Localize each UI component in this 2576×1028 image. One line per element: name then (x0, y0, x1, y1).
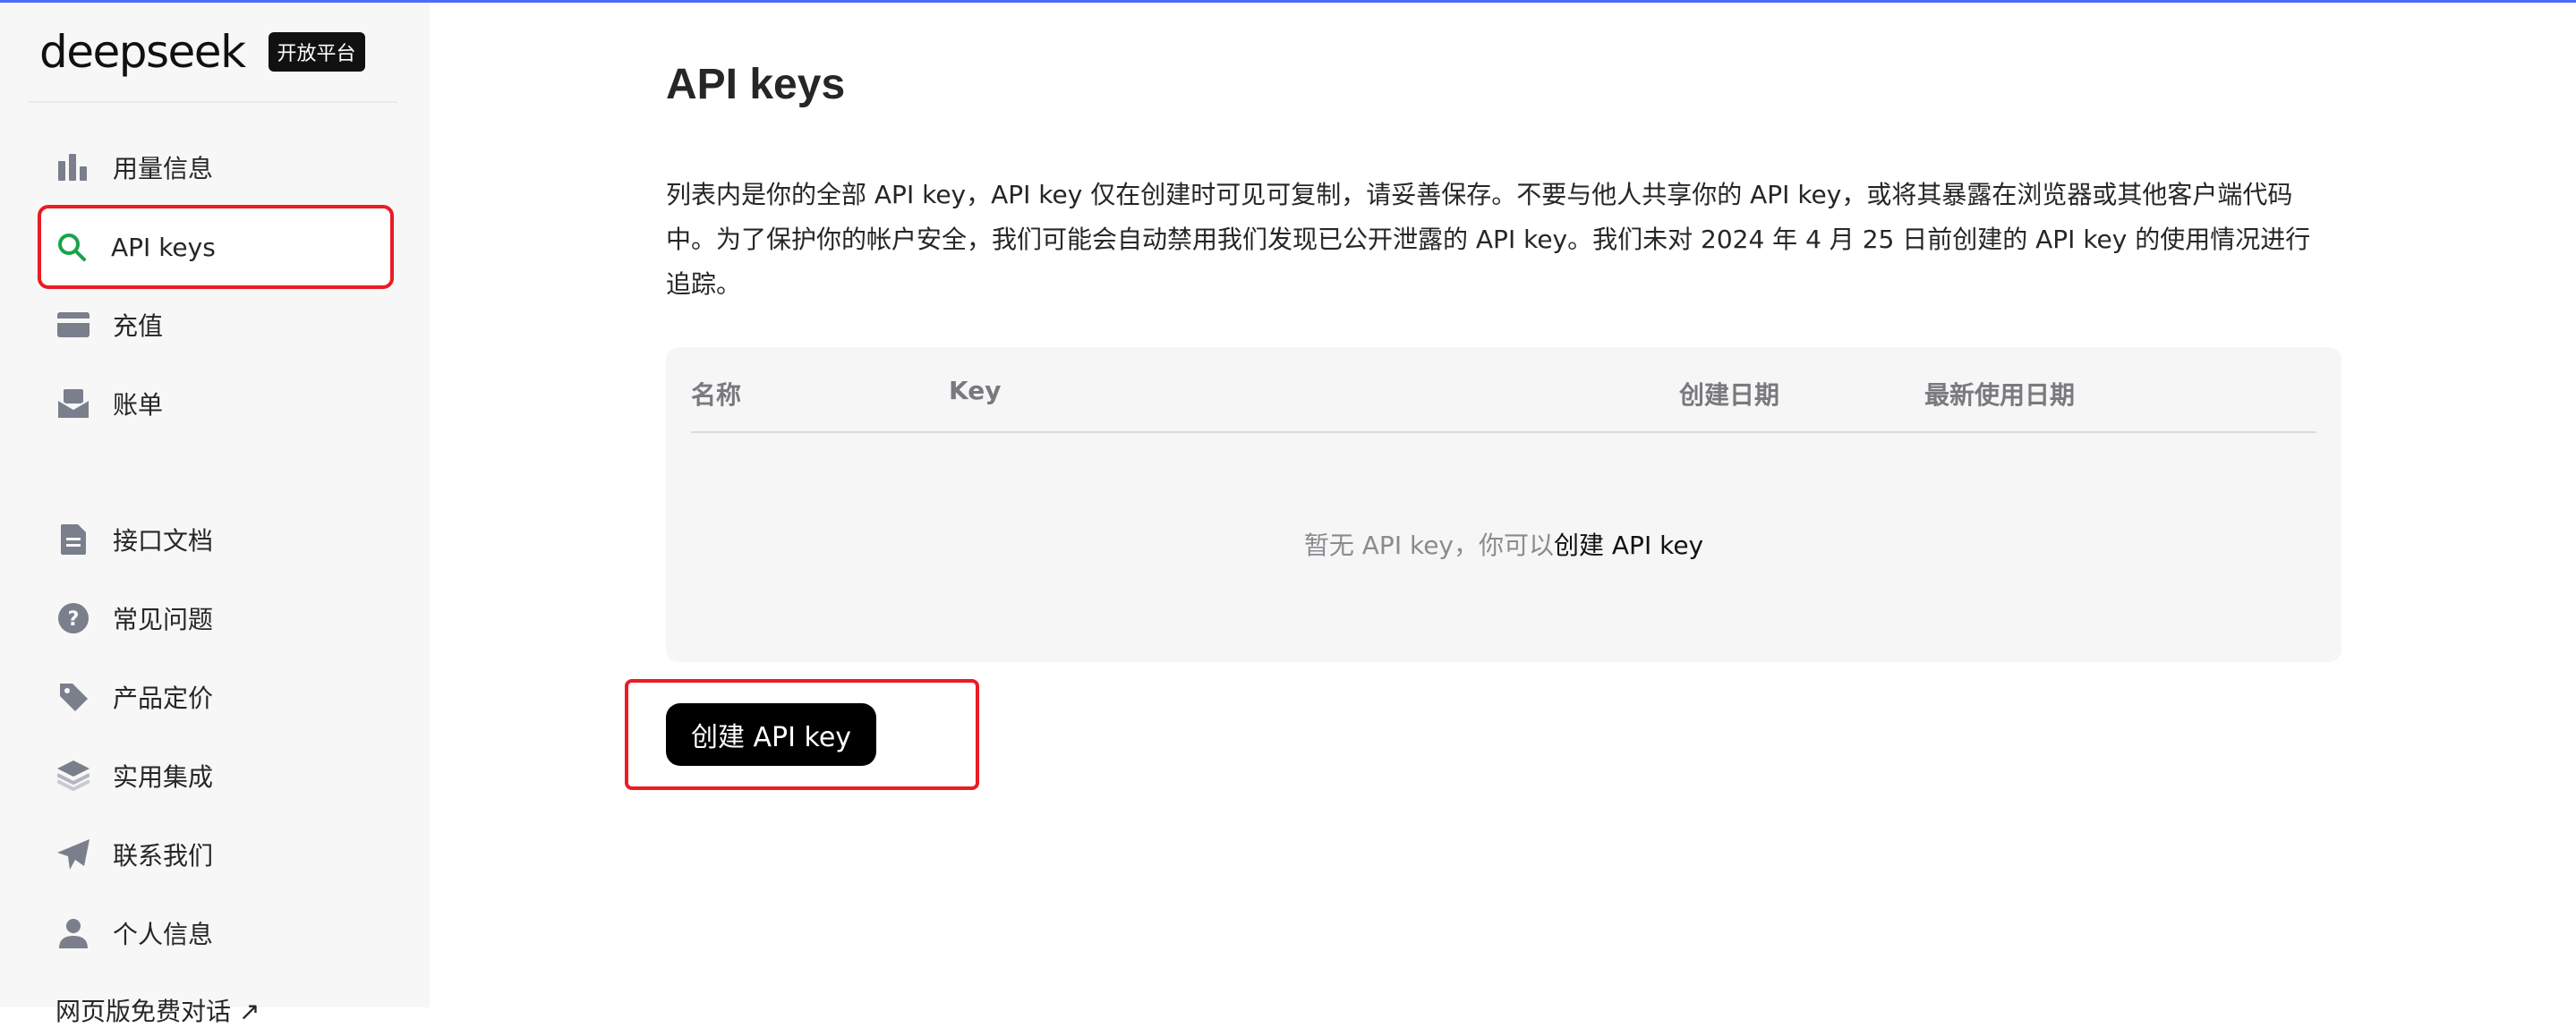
sidebar-item-label: 实用集成 (113, 762, 214, 792)
sidebar-item-profile[interactable]: 个人信息 (39, 897, 388, 969)
sidebar-item-label: 常见问题 (113, 605, 214, 634)
empty-state: 暂无 API key，你可以创建 API key (666, 526, 2341, 562)
main-content: API keys 列表内是你的全部 API key，API key 仅在创建时可… (430, 3, 2576, 1007)
column-header-created: 创建日期 (1679, 380, 1780, 410)
sidebar-item-label: 账单 (113, 390, 164, 420)
brand[interactable]: deepseek 开放平台 (39, 26, 365, 78)
sidebar-item-integrations[interactable]: 实用集成 (39, 740, 388, 811)
document-icon (55, 522, 91, 557)
empty-state-create-link[interactable]: 创建 API key (1554, 531, 1703, 560)
sidebar-item-label: 产品定价 (113, 684, 214, 713)
sidebar-item-label: API keys (111, 232, 216, 262)
brand-logo-text: deepseek (39, 26, 246, 78)
empty-state-text: 暂无 API key，你可以 (1303, 531, 1554, 560)
user-icon (55, 915, 91, 951)
sidebar-item-faq[interactable]: ? 常见问题 (39, 582, 388, 654)
tag-icon (55, 679, 91, 715)
sidebar-item-label: 接口文档 (113, 526, 214, 556)
sidebar-item-label: 个人信息 (113, 920, 214, 949)
bar-chart-icon (55, 149, 91, 185)
send-icon (55, 837, 91, 872)
sidebar-item-api-docs[interactable]: 接口文档 (39, 504, 388, 575)
free-chat-link[interactable]: 网页版免费对话 ↗ (55, 992, 260, 1028)
create-api-key-button[interactable]: 创建 API key (666, 703, 877, 766)
column-header-last-used: 最新使用日期 (1924, 380, 2076, 410)
sidebar-divider (29, 101, 397, 103)
sidebar-item-contact[interactable]: 联系我们 (39, 819, 388, 890)
api-keys-table: 名称 Key 创建日期 最新使用日期 暂无 API key，你可以创建 API … (666, 347, 2341, 662)
page-description: 列表内是你的全部 API key，API key 仅在创建时可见可复制，请妥善保… (666, 180, 2311, 299)
help-icon: ? (55, 600, 91, 636)
sidebar: deepseek 开放平台 用量信息 API keys 充值 账单 接口文档 ?… (0, 3, 430, 1026)
wallet-icon (55, 307, 91, 343)
sidebar-item-label: 联系我们 (113, 841, 214, 871)
sidebar-item-recharge[interactable]: 充值 (39, 289, 388, 361)
column-header-key: Key (949, 376, 1002, 405)
page-title: API keys (666, 61, 846, 108)
envelope-icon (55, 386, 91, 421)
table-header: 名称 Key 创建日期 最新使用日期 (691, 347, 2316, 433)
sidebar-item-pricing[interactable]: 产品定价 (39, 661, 388, 733)
sidebar-item-label: 充值 (113, 311, 164, 341)
sidebar-item-usage[interactable]: 用量信息 (39, 132, 388, 203)
column-header-name: 名称 (691, 380, 742, 410)
layers-icon (55, 758, 91, 794)
sidebar-item-label: 用量信息 (113, 154, 214, 183)
sidebar-item-api-keys[interactable]: API keys (38, 205, 394, 289)
brand-badge: 开放平台 (268, 32, 365, 72)
search-icon (54, 229, 90, 265)
svg-text:?: ? (68, 608, 80, 631)
sidebar-item-billing[interactable]: 账单 (39, 368, 388, 439)
